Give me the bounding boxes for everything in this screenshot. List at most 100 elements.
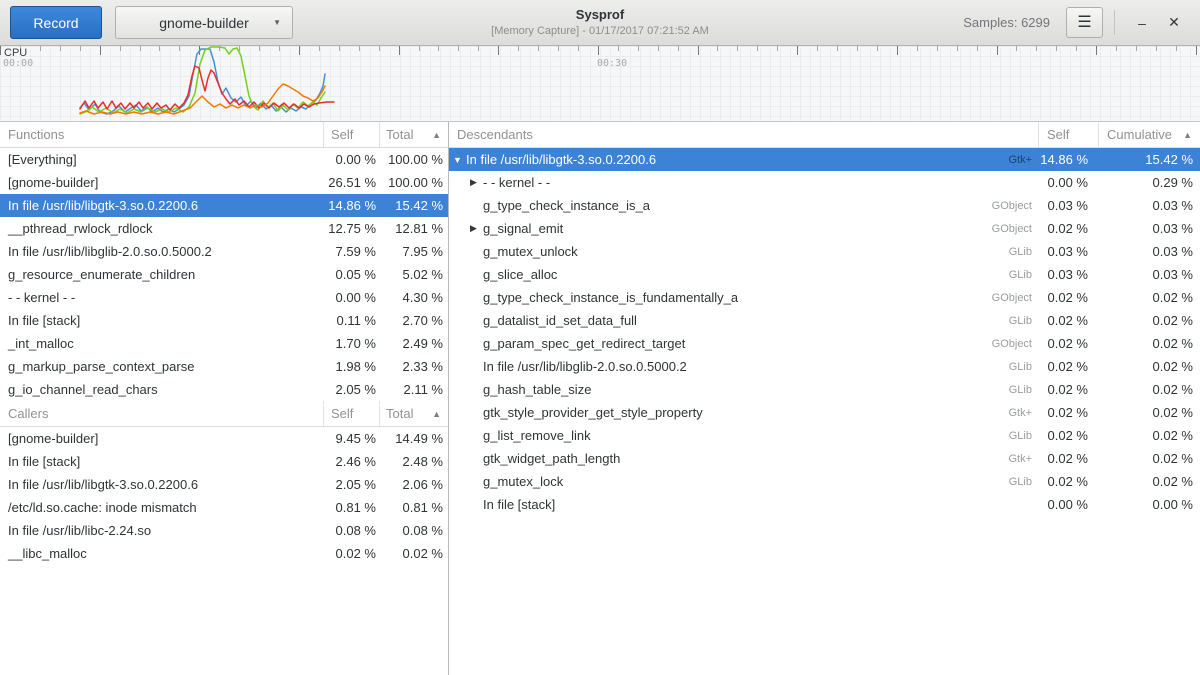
titlebar: Record gnome-builder ▼ Sysprof [Memory C… — [0, 0, 1200, 46]
table-row[interactable]: /etc/ld.so.cache: inode mismatch0.81 %0.… — [0, 496, 448, 519]
descendants-cumulative-column-header[interactable]: Cumulative ▲ — [1098, 122, 1200, 147]
table-row[interactable]: In file /usr/lib/libglib-2.0.so.0.5000.2… — [0, 240, 448, 263]
self-percent: 2.05 % — [323, 477, 379, 492]
table-row[interactable]: __pthread_rwlock_rdlock12.75 %12.81 % — [0, 217, 448, 240]
table-row[interactable]: In file /usr/lib/libgtk-3.so.0.2200.614.… — [0, 194, 448, 217]
cumulative-percent: 0.02 % — [1098, 405, 1200, 420]
self-percent: 26.51 % — [323, 175, 379, 190]
right-pane: Descendants Self Cumulative ▲ ▼In file /… — [449, 122, 1200, 675]
function-name: In file /usr/lib/libgtk-3.so.0.2200.6 — [0, 198, 323, 213]
self-percent: 0.02 % — [1038, 221, 1098, 236]
self-percent: 0.02 % — [1038, 428, 1098, 443]
function-name: In file [stack] — [483, 497, 555, 512]
table-row[interactable]: g_markup_parse_context_parse1.98 %2.33 % — [0, 355, 448, 378]
menu-button[interactable]: ☰ — [1066, 7, 1103, 38]
tree-row[interactable]: ▶- - kernel - -0.00 %0.29 % — [449, 171, 1200, 194]
table-row[interactable]: [gnome-builder]26.51 %100.00 % — [0, 171, 448, 194]
function-name: In file /usr/lib/libgtk-3.so.0.2200.6 — [466, 152, 656, 167]
table-row[interactable]: In file /usr/lib/libc-2.24.so0.08 %0.08 … — [0, 519, 448, 542]
expander-collapsed-icon[interactable]: ▶ — [470, 177, 483, 188]
tree-row[interactable]: gtk_style_provider_get_style_propertyGtk… — [449, 401, 1200, 424]
function-name: g_mutex_lock — [483, 474, 563, 489]
descendants-self-column-header[interactable]: Self — [1038, 122, 1098, 147]
tree-cell: g_hash_table_size — [449, 382, 1009, 397]
tree-row[interactable]: g_slice_allocGLib0.03 %0.03 % — [449, 263, 1200, 286]
function-name: g_signal_emit — [483, 221, 563, 236]
total-percent: 12.81 % — [379, 221, 448, 236]
functions-total-column-header[interactable]: Total ▲ — [379, 122, 448, 147]
cpu-red-series — [80, 66, 334, 110]
tree-row[interactable]: gtk_widget_path_lengthGtk+0.02 %0.02 % — [449, 447, 1200, 470]
tree-row[interactable]: g_datalist_id_set_data_fullGLib0.02 %0.0… — [449, 309, 1200, 332]
table-row[interactable]: _int_malloc1.70 %2.49 % — [0, 332, 448, 355]
table-row[interactable]: In file /usr/lib/libgtk-3.so.0.2200.62.0… — [0, 473, 448, 496]
table-row[interactable]: [gnome-builder]9.45 %14.49 % — [0, 427, 448, 450]
descendants-cumulative-label: Cumulative — [1107, 127, 1172, 142]
tree-row[interactable]: ▶g_signal_emitGObject0.02 %0.03 % — [449, 217, 1200, 240]
functions-column-header[interactable]: Functions — [0, 122, 323, 147]
profile-panes: Functions Self Total ▲ [Everything]0.00 … — [0, 122, 1200, 675]
cumulative-percent: 0.02 % — [1098, 474, 1200, 489]
library-badge: Gtk+ — [1008, 407, 1032, 419]
functions-header: Functions Self Total ▲ — [0, 122, 448, 148]
library-badge: Gtk+ — [1008, 453, 1032, 465]
cpu-timeline[interactable]: CPU 00:00 00:30 — [0, 46, 1200, 122]
function-name: __pthread_rwlock_rdlock — [0, 221, 323, 236]
window-title-block: Sysprof [Memory Capture] - 01/17/2017 07… — [491, 7, 709, 37]
self-percent: 9.45 % — [323, 431, 379, 446]
self-percent: 0.00 % — [323, 152, 379, 167]
left-pane: Functions Self Total ▲ [Everything]0.00 … — [0, 122, 449, 675]
table-row[interactable]: In file [stack]2.46 %2.48 % — [0, 450, 448, 473]
self-percent: 0.02 % — [1038, 336, 1098, 351]
total-percent: 0.81 % — [379, 500, 448, 515]
tree-row[interactable]: In file [stack]0.00 %0.00 % — [449, 493, 1200, 516]
callers-total-column-header[interactable]: Total ▲ — [379, 401, 448, 426]
titlebar-right: Samples: 6299 ☰ – ✕ — [963, 7, 1200, 38]
functions-self-column-header[interactable]: Self — [323, 122, 379, 147]
tree-row[interactable]: g_hash_table_sizeGLib0.02 %0.02 % — [449, 378, 1200, 401]
function-name: /etc/ld.so.cache: inode mismatch — [0, 500, 323, 515]
tree-cell: In file [stack] — [449, 497, 1038, 512]
tree-row[interactable]: g_type_check_instance_is_aGObject0.03 %0… — [449, 194, 1200, 217]
library-badge: GLib — [1009, 361, 1032, 373]
descendants-column-header[interactable]: Descendants — [449, 122, 1038, 147]
tree-row[interactable]: g_param_spec_get_redirect_targetGObject0… — [449, 332, 1200, 355]
table-row[interactable]: - - kernel - -0.00 %4.30 % — [0, 286, 448, 309]
table-row[interactable]: g_resource_enumerate_children0.05 %5.02 … — [0, 263, 448, 286]
table-row[interactable]: __libc_malloc0.02 %0.02 % — [0, 542, 448, 565]
callers-column-header[interactable]: Callers — [0, 401, 323, 426]
table-row[interactable]: g_io_channel_read_chars2.05 %2.11 % — [0, 378, 448, 401]
function-name: g_type_check_instance_is_fundamentally_a — [483, 290, 738, 305]
tree-row[interactable]: ▼In file /usr/lib/libgtk-3.so.0.2200.6Gt… — [449, 148, 1200, 171]
table-row[interactable]: In file [stack]0.11 %2.70 % — [0, 309, 448, 332]
function-name: In file /usr/lib/libglib-2.0.so.0.5000.2 — [483, 359, 687, 374]
tree-row[interactable]: g_type_check_instance_is_fundamentally_a… — [449, 286, 1200, 309]
tree-row[interactable]: g_list_remove_linkGLib0.02 %0.02 % — [449, 424, 1200, 447]
record-button[interactable]: Record — [10, 6, 102, 39]
target-selector[interactable]: gnome-builder ▼ — [115, 6, 293, 39]
tree-row[interactable]: In file /usr/lib/libglib-2.0.so.0.5000.2… — [449, 355, 1200, 378]
tree-cell: In file /usr/lib/libglib-2.0.so.0.5000.2 — [449, 359, 1009, 374]
function-name: gtk_widget_path_length — [483, 451, 620, 466]
cumulative-percent: 0.29 % — [1098, 175, 1200, 190]
function-name: In file /usr/lib/libglib-2.0.so.0.5000.2 — [0, 244, 323, 259]
function-name: In file [stack] — [0, 313, 323, 328]
self-percent: 0.05 % — [323, 267, 379, 282]
minimize-button[interactable]: – — [1126, 8, 1158, 38]
table-row[interactable]: [Everything]0.00 %100.00 % — [0, 148, 448, 171]
self-percent: 14.86 % — [323, 198, 379, 213]
close-button[interactable]: ✕ — [1158, 8, 1190, 38]
total-percent: 14.49 % — [379, 431, 448, 446]
self-percent: 0.03 % — [1038, 198, 1098, 213]
expander-expanded-icon[interactable]: ▼ — [453, 155, 466, 165]
tree-cell: g_datalist_id_set_data_full — [449, 313, 1009, 328]
library-badge: GObject — [992, 338, 1032, 350]
expander-collapsed-icon[interactable]: ▶ — [470, 223, 483, 234]
target-selector-label: gnome-builder — [159, 15, 249, 31]
function-name: g_mutex_unlock — [483, 244, 578, 259]
functions-total-label: Total — [386, 127, 413, 142]
tree-row[interactable]: g_mutex_unlockGLib0.03 %0.03 % — [449, 240, 1200, 263]
callers-self-column-header[interactable]: Self — [323, 401, 379, 426]
tree-row[interactable]: g_mutex_lockGLib0.02 %0.02 % — [449, 470, 1200, 493]
function-name: g_hash_table_size — [483, 382, 591, 397]
